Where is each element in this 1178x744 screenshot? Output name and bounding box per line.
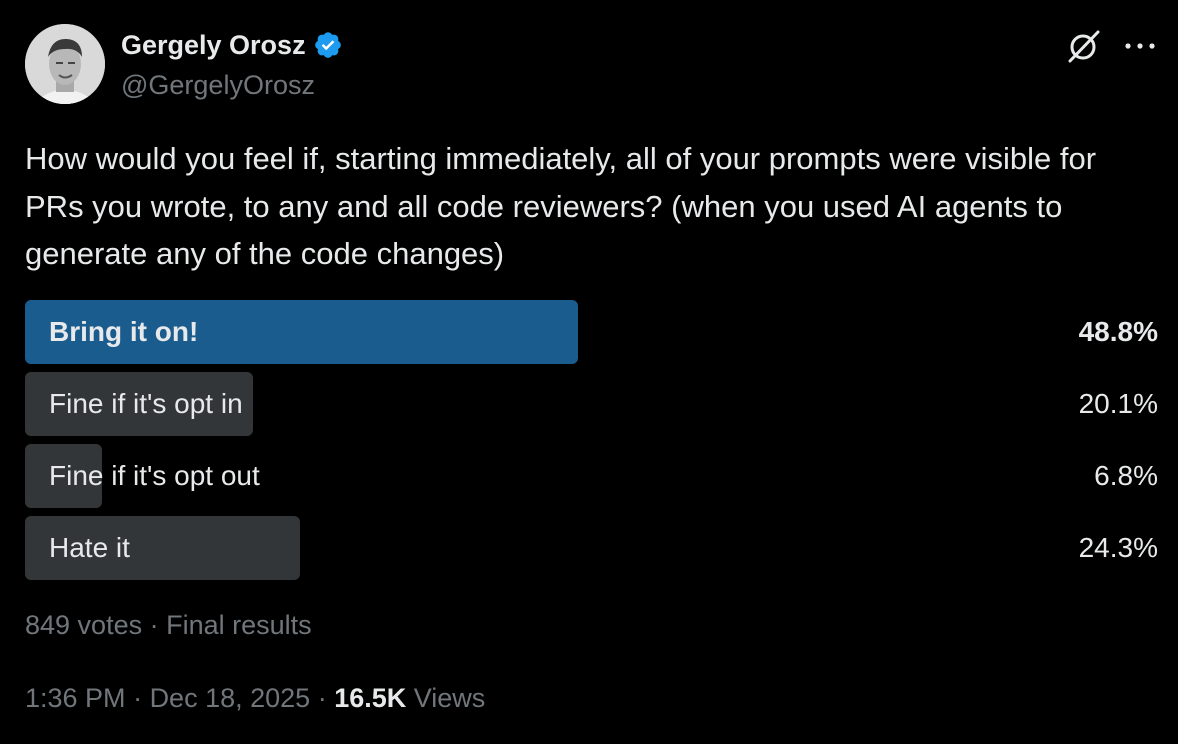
poll-option[interactable]: Hate it 24.3%: [25, 516, 1158, 580]
poll-summary: 849 votes · Final results: [25, 605, 312, 645]
post-time[interactable]: 1:36 PM: [25, 683, 126, 713]
poll-option-label: Hate it: [49, 532, 130, 563]
post-meta: 1:36 PM · Dec 18, 2025 · 16.5K Views: [25, 678, 485, 718]
avatar[interactable]: [25, 24, 105, 104]
author-block: Gergely Orosz @GergelyOrosz: [121, 27, 343, 103]
poll-option[interactable]: Fine if it's opt out 6.8%: [25, 444, 1158, 508]
poll-option-percent: 6.8%: [1094, 460, 1158, 491]
meta-separator: ·: [125, 683, 150, 713]
poll-separator: ·: [142, 610, 167, 640]
poll-option-label: Fine if it's opt out: [49, 460, 260, 491]
views-label: Views: [413, 683, 486, 713]
post-text: How would you feel if, starting immediat…: [25, 141, 1097, 271]
poll-option-label: Bring it on!: [49, 316, 199, 347]
more-icon[interactable]: [1124, 41, 1156, 51]
poll-option-label: Fine if it's opt in: [49, 388, 243, 419]
avatar-image: [25, 24, 105, 104]
post-date[interactable]: Dec 18, 2025: [150, 683, 311, 713]
poll-option[interactable]: Bring it on! 48.8%: [25, 300, 1158, 364]
handle[interactable]: @GergelyOrosz: [121, 67, 343, 103]
grok-icon[interactable]: [1066, 28, 1102, 64]
poll-status: Final results: [166, 610, 312, 640]
poll-votes: 849 votes: [25, 610, 143, 640]
poll-option-percent: 24.3%: [1078, 532, 1158, 563]
verified-badge-icon[interactable]: [313, 30, 343, 60]
poll-option-percent: 48.8%: [1078, 316, 1158, 347]
name-row: Gergely Orosz: [121, 27, 343, 63]
poll: Bring it on! 48.8% Fine if it's opt in 20.1…: [25, 300, 1158, 588]
views-count: 16.5K: [334, 683, 407, 713]
meta-separator-2: ·: [310, 683, 335, 713]
poll-option[interactable]: Fine if it's opt in 20.1%: [25, 372, 1158, 436]
poll-option-percent: 20.1%: [1078, 388, 1158, 419]
display-name[interactable]: Gergely Orosz: [121, 27, 306, 63]
